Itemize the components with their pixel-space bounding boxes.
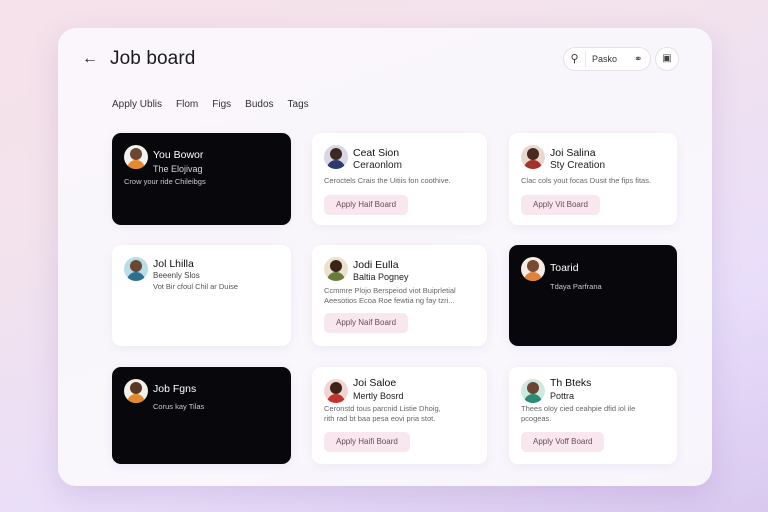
apply-button[interactable]: Apply Voff Board: [521, 432, 605, 452]
search-label: Pasko: [592, 54, 618, 64]
search-box[interactable]: ⚲ Pasko ⚭: [563, 47, 651, 71]
bag-button[interactable]: ▣: [655, 47, 679, 71]
avatar: [521, 257, 545, 281]
card-subtitle: Ceraonlom: [353, 160, 402, 171]
tab-apply[interactable]: Apply Ublis: [112, 99, 162, 110]
card-name: Jol Lhilla: [153, 258, 194, 270]
job-card[interactable]: Joi Saloe Mertly Bosrd Ceronstd tous par…: [312, 367, 487, 464]
filter-tabs: Apply Ublis Flom Figs Budos Tags: [112, 99, 309, 110]
card-description: Clac cols yout focas Dusit the fips fita…: [521, 176, 652, 185]
card-subtitle: Sty Creation: [550, 160, 606, 171]
job-card[interactable]: Jol Lhilla Beeenly Slos Vot Bir cfoul Ch…: [112, 245, 291, 346]
avatar: [324, 257, 348, 281]
avatar: [124, 379, 148, 403]
card-name: Th Bteks: [550, 377, 592, 389]
card-description: Thees oloy cied ceahpie dfid iol ile: [521, 404, 636, 413]
card-description: Corus kay Tilas: [153, 402, 205, 411]
job-card[interactable]: Th Bteks Pottra Thees oloy cied ceahpie …: [509, 367, 677, 464]
avatar: [124, 145, 148, 169]
tab-budos[interactable]: Budos: [245, 99, 273, 110]
card-subtitle: Baltia Pogney: [353, 272, 409, 282]
card-name: Jodi Eulla: [353, 259, 399, 271]
card-name: Joi Salina: [550, 147, 596, 159]
job-card[interactable]: Job Fgns Corus kay Tilas: [112, 367, 291, 464]
avatar: [324, 379, 348, 403]
avatar: [521, 379, 545, 403]
job-card[interactable]: Joi Salina Sty Creation Clac cols yout f…: [509, 133, 677, 225]
card-description: Ceroctels Crais the Uitiis fon coothive.: [324, 176, 451, 185]
card-name: You Bowor: [153, 149, 204, 161]
apply-button[interactable]: Apply Haif Board: [324, 195, 409, 215]
card-description-line2: rith rad bt baa pesa eovi pria stot.: [324, 414, 436, 423]
page-title: Job board: [110, 48, 196, 69]
card-description-line2: Aeesotios Ecoa Roe fewtia ng fay tzri...: [324, 296, 455, 305]
card-name: Toarid: [550, 262, 579, 274]
apply-button[interactable]: Apply Vit Board: [521, 195, 600, 215]
tab-figs[interactable]: Figs: [212, 99, 231, 110]
card-description: Vot Bir cfoul Chil ar Duise: [153, 282, 239, 291]
microphone-icon[interactable]: ⚭: [634, 54, 650, 65]
job-card[interactable]: Ceat Sion Ceraonlom Ceroctels Crais the …: [312, 133, 487, 225]
avatar: [521, 145, 545, 169]
card-name: Joi Saloe: [353, 377, 397, 389]
card-subtitle: The Elojivag: [153, 164, 203, 174]
job-card[interactable]: Jodi Eulla Baltia Pogney Ccmmre Plojo Be…: [312, 245, 487, 346]
job-board-panel: ← Job board ⚲ Pasko ⚭ ▣ Apply Ublis Flom…: [58, 28, 712, 486]
back-arrow-icon[interactable]: ←: [82, 50, 100, 68]
card-name: Job Fgns: [153, 383, 197, 395]
card-subtitle: Mertly Bosrd: [353, 391, 404, 401]
tab-flom[interactable]: Flom: [176, 99, 198, 110]
card-description: Ccmmre Plojo Berspeiod viot Buiprletial: [324, 286, 456, 295]
apply-button[interactable]: Apply Haifi Board: [324, 432, 410, 452]
card-description-line2: pcogeas.: [521, 414, 552, 423]
card-description: Crow your ride Chileibgs: [124, 177, 206, 186]
job-card[interactable]: Toarid Tdaya Parfrana: [509, 245, 677, 346]
card-name: Ceat Sion: [353, 147, 400, 159]
avatar: [124, 257, 148, 281]
card-subtitle: Beeenly Slos: [153, 271, 200, 280]
apply-button[interactable]: Apply Naif Board: [324, 313, 409, 333]
card-description: Tdaya Parfrana: [550, 282, 602, 291]
job-card[interactable]: You Bowor The Elojivag Crow your ride Ch…: [112, 133, 291, 225]
bag-icon: ▣: [662, 53, 672, 64]
search-icon[interactable]: ⚲: [564, 51, 586, 67]
tab-tags[interactable]: Tags: [288, 99, 309, 110]
avatar: [324, 145, 348, 169]
card-subtitle: Pottra: [550, 391, 575, 401]
card-description: Ceronstd tous parcnid Listie Dhoig,: [324, 404, 441, 413]
